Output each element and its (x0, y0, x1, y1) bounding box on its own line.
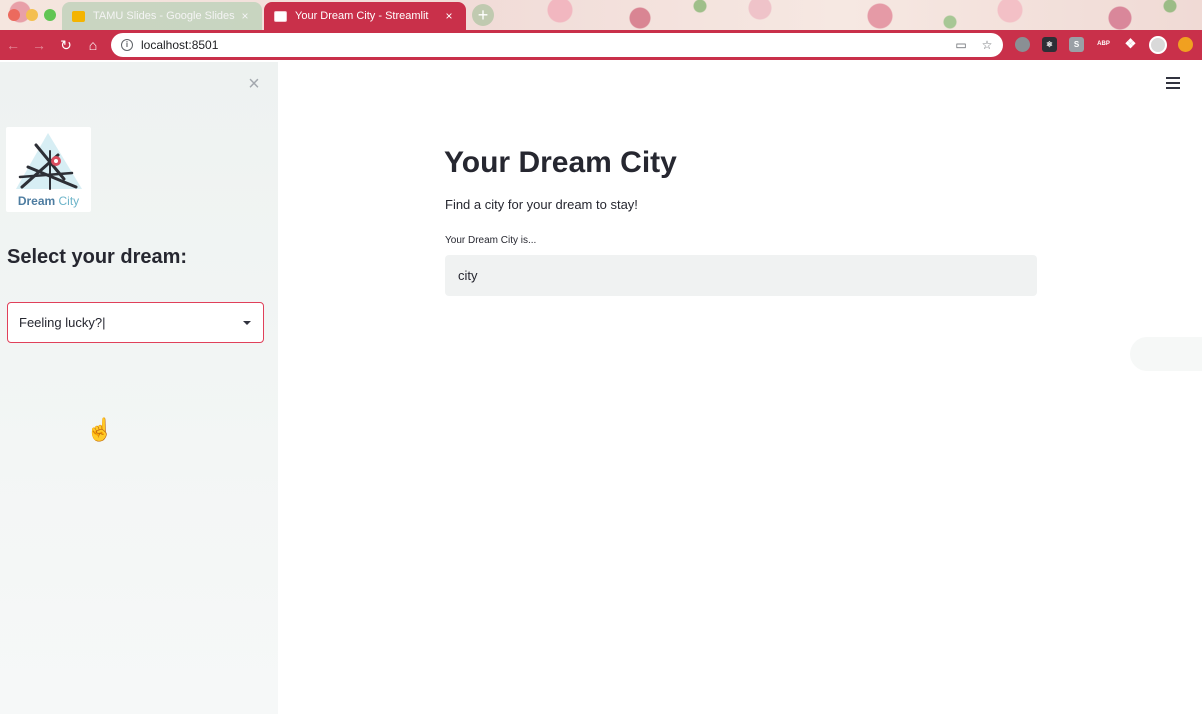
selectbox-value[interactable]: Feeling lucky?| (19, 315, 243, 330)
browser-toolbar: ← → ↻ ⌂ i localhost:8501 ▭ ☆ ⚛ S ABP ❖ (0, 30, 1202, 60)
address-bar[interactable]: i localhost:8501 ▭ ☆ (111, 33, 1003, 57)
new-tab-button[interactable]: + (472, 4, 494, 26)
react-devtools-icon[interactable]: ⚛ (1042, 37, 1057, 52)
bookmark-star-icon[interactable]: ☆ (977, 38, 997, 52)
s-ext-icon[interactable]: S (1069, 37, 1084, 52)
tab-streamlit[interactable]: Your Dream City - Streamlit × (264, 2, 466, 30)
dream-city-input[interactable]: city (445, 255, 1037, 296)
update-icon[interactable] (1178, 37, 1193, 52)
reload-icon[interactable]: ↻ (56, 35, 76, 55)
window-minimize-button[interactable] (26, 9, 38, 21)
window-maximize-button[interactable] (44, 9, 56, 21)
dream-city-input-label: Your Dream City is... (445, 235, 537, 246)
sidebar-heading: Select your dream: (7, 246, 188, 268)
hand-pointer-cursor-icon: ☝ (86, 417, 114, 442)
streamlit-page-icon (274, 10, 287, 22)
tab-close-icon[interactable]: × (238, 9, 252, 23)
page-title: Your Dream City (444, 146, 677, 179)
forward-arrow-icon[interactable]: → (29, 35, 49, 55)
sidebar-close-icon[interactable]: × (244, 74, 264, 94)
cast-icon[interactable]: ▭ (951, 38, 971, 52)
tab-title: TAMU Slides - Google Slides (93, 10, 235, 22)
tab-close-icon[interactable]: × (442, 9, 456, 23)
logo-graphic (16, 133, 82, 190)
dream-city-logo: Dream City (6, 127, 91, 212)
window-close-button[interactable] (8, 9, 20, 21)
grammar-ext-icon[interactable] (1015, 37, 1030, 52)
browser-tab-strip: TAMU Slides - Google Slides × Your Dream… (0, 0, 1202, 30)
logo-text: Dream City (6, 194, 91, 208)
profile-avatar-icon[interactable] (1149, 36, 1167, 54)
logo-word-city: City (58, 194, 80, 208)
logo-word-dream: Dream (17, 194, 56, 208)
dream-selectbox[interactable]: Feeling lucky?| (7, 302, 264, 343)
tab-title: Your Dream City - Streamlit (295, 10, 429, 22)
back-arrow-icon[interactable]: ← (3, 35, 23, 55)
google-slides-icon (72, 10, 85, 22)
sidebar: × Dream City Select your dream: Feeling … (0, 62, 278, 714)
chevron-down-icon[interactable] (243, 320, 251, 325)
hamburger-menu-icon[interactable] (1166, 77, 1180, 92)
url-text[interactable]: localhost:8501 (141, 38, 951, 52)
tab-google-slides[interactable]: TAMU Slides - Google Slides × (62, 2, 262, 30)
home-icon[interactable]: ⌂ (83, 35, 103, 55)
extensions-puzzle-icon[interactable]: ❖ (1123, 37, 1138, 52)
page-subtitle: Find a city for your dream to stay! (445, 197, 638, 212)
status-widget (1130, 337, 1202, 371)
site-info-icon[interactable]: i (121, 39, 133, 51)
adblock-icon[interactable]: ABP (1096, 37, 1111, 52)
